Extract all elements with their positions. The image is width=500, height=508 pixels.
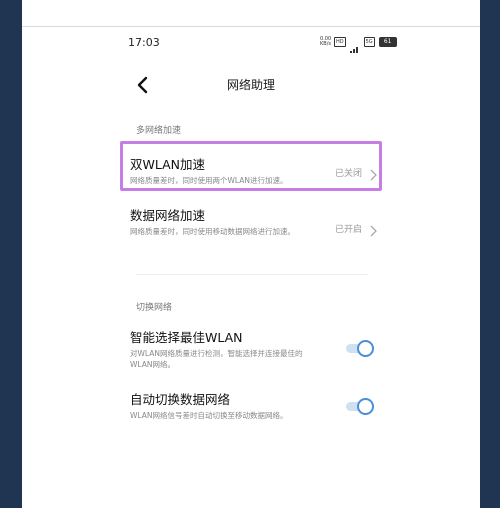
phone-screen: 17:03 0.00 KB/s HD 5G 61 网络助理 多网络加速 双WLA… bbox=[22, 28, 480, 508]
status-bar: 17:03 0.00 KB/s HD 5G 61 bbox=[22, 28, 480, 54]
photo-frame-left bbox=[0, 0, 22, 508]
section-divider bbox=[136, 274, 368, 275]
auto-switch-data-row[interactable]: 自动切换数据网络 WLAN网络信号差时自动切换至移动数据网络。 bbox=[130, 392, 380, 426]
auto-switch-toggle[interactable] bbox=[346, 398, 374, 415]
best-wlan-toggle[interactable] bbox=[346, 340, 374, 357]
chevron-right-icon bbox=[368, 222, 378, 237]
row-description: 网络质量差时，同时使用移动数据网络进行加速。 bbox=[130, 227, 295, 236]
highlight-box bbox=[120, 141, 382, 191]
hd-icon: HD bbox=[334, 37, 346, 47]
smart-best-wlan-row[interactable]: 智能选择最佳WLAN 对WLAN网络质量进行检测，智能选择并连接最佳的WLAN网… bbox=[130, 330, 380, 370]
battery-icon: 61 bbox=[378, 37, 397, 47]
status-icons: 0.00 KB/s HD 5G 61 bbox=[320, 36, 397, 53]
page-title: 网络助理 bbox=[226, 78, 275, 92]
photo-frame-top bbox=[0, 0, 500, 22]
status-time: 17:03 bbox=[128, 36, 160, 49]
toggle-knob bbox=[357, 340, 374, 357]
net-speed-indicator: 0.00 KB/s bbox=[320, 36, 332, 47]
row-description: WLAN网络信号差时自动切换至移动数据网络。 bbox=[130, 411, 288, 420]
mobile-data-acceleration-row[interactable]: 数据网络加速 网络质量差时，同时使用移动数据网络进行加速。 已开启 bbox=[130, 208, 380, 248]
signal-icon bbox=[349, 38, 360, 53]
screen-top-border bbox=[22, 26, 480, 27]
nav-bar: 网络助理 bbox=[22, 70, 480, 100]
section-header-switch-network: 切换网络 bbox=[136, 303, 173, 313]
toggle-knob bbox=[357, 398, 374, 415]
photo-frame-right bbox=[480, 0, 500, 508]
row-description: 对WLAN网络质量进行检测，智能选择并连接最佳的WLAN网络。 bbox=[130, 349, 303, 369]
row-title: 自动切换数据网络 bbox=[130, 392, 231, 407]
network-type-icon: 5G bbox=[363, 37, 375, 47]
row-title: 智能选择最佳WLAN bbox=[130, 330, 243, 345]
section-header-multi-network: 多网络加速 bbox=[136, 126, 182, 136]
status-label: 已开启 bbox=[334, 225, 362, 235]
